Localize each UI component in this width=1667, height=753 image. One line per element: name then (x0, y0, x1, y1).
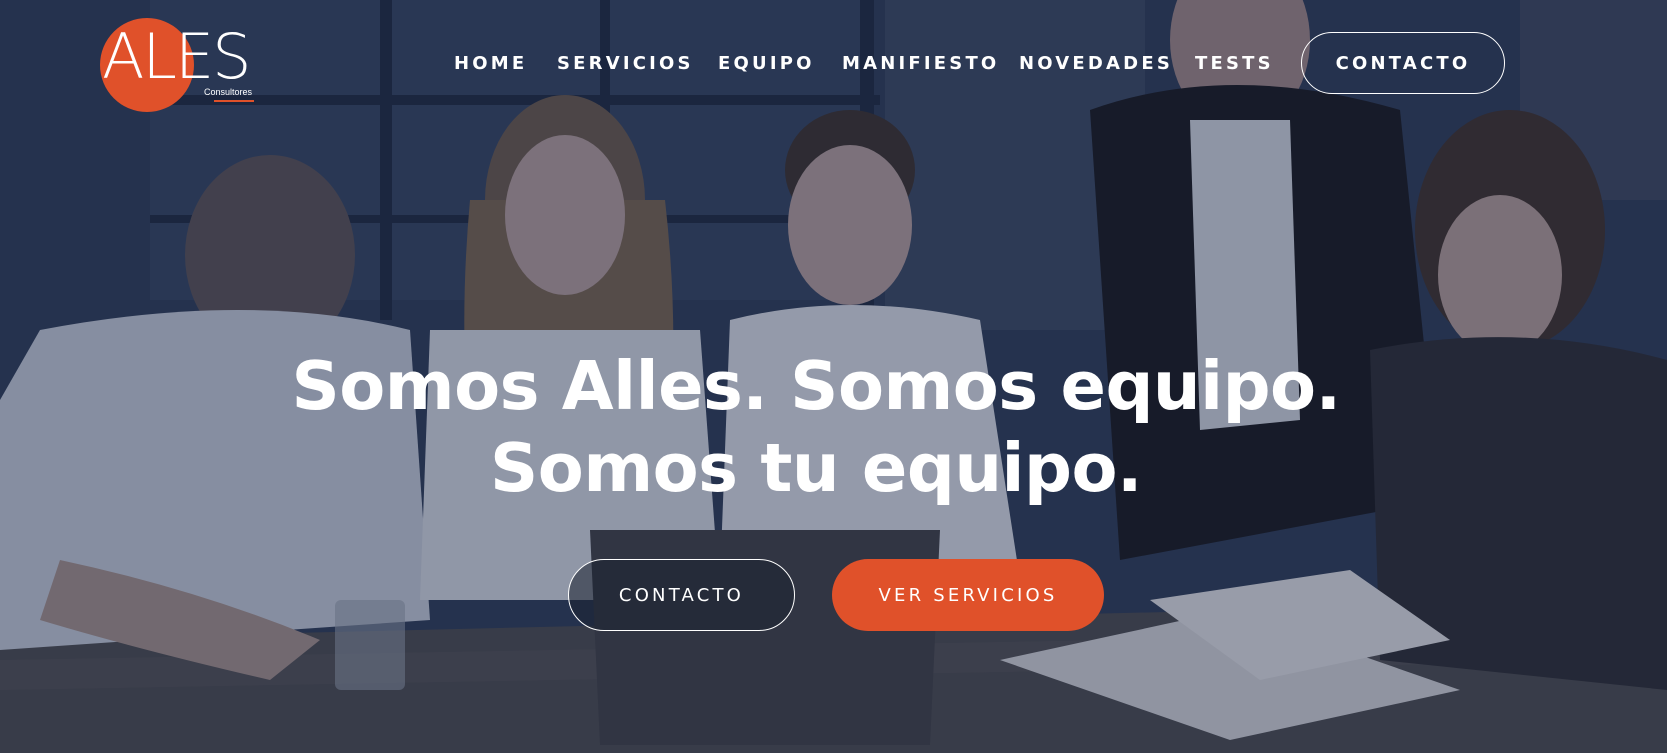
logo-underline (214, 100, 254, 102)
nav-item-manifiesto[interactable]: MANIFIESTO (842, 50, 999, 78)
nav-item-novedades[interactable]: NOVEDADES (1019, 50, 1173, 78)
hero-headline: Somos Alles. Somos equipo. Somos tu equi… (0, 345, 1632, 509)
nav-item-tests[interactable]: TESTS (1195, 50, 1274, 78)
logo-subtitle: Consultores (204, 87, 253, 97)
hero-section: ALES Consultores HOME SERVICIOS EQUIPO M… (0, 0, 1667, 753)
nav-contact-button[interactable]: CONTACTO (1301, 32, 1505, 94)
nav-item-home[interactable]: HOME (454, 50, 527, 78)
contact-button[interactable]: CONTACTO (568, 559, 795, 631)
hero-headline-line2: Somos tu equipo. (490, 429, 1142, 507)
nav-item-servicios[interactable]: SERVICIOS (557, 50, 694, 78)
nav-item-equipo[interactable]: EQUIPO (718, 50, 815, 78)
hero-headline-line1: Somos Alles. Somos equipo. (291, 347, 1341, 425)
view-services-button[interactable]: VER SERVICIOS (832, 559, 1104, 631)
